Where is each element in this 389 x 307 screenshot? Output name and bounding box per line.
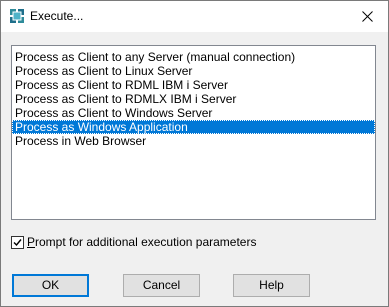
close-button[interactable] — [353, 7, 383, 27]
execution-mode-list[interactable]: Process as Client to any Server (manual … — [11, 45, 376, 220]
checkbox-label-text: rompt for additional execution parameter… — [35, 235, 257, 249]
title-bar[interactable]: Execute... — [1, 1, 388, 32]
help-button[interactable]: Help — [233, 274, 310, 297]
list-item[interactable]: Process as Client to Linux Server — [12, 64, 375, 78]
checkmark-icon — [13, 239, 22, 247]
list-item[interactable]: Process as Client to Windows Server — [12, 106, 375, 120]
list-item[interactable]: Process as Client to RDMLX IBM i Server — [12, 92, 375, 106]
list-item-selected[interactable]: Process as Windows Application — [12, 120, 375, 134]
list-item[interactable]: Process as Client to RDML IBM i Server — [12, 78, 375, 92]
execute-dialog: Execute... Process as Client to any Serv… — [0, 0, 389, 307]
checkbox[interactable] — [11, 236, 24, 249]
close-icon — [362, 11, 373, 22]
dialog-title: Execute... — [30, 9, 84, 23]
checkbox-label[interactable]: Prompt for additional execution paramete… — [27, 235, 256, 250]
ok-button[interactable]: OK — [12, 274, 89, 297]
cancel-button[interactable]: Cancel — [123, 274, 200, 297]
list-item[interactable]: Process in Web Browser — [12, 134, 375, 148]
list-item[interactable]: Process as Client to any Server (manual … — [12, 50, 375, 64]
checkbox-label-mnemonic: P — [27, 235, 36, 249]
execute-app-icon — [9, 8, 25, 24]
